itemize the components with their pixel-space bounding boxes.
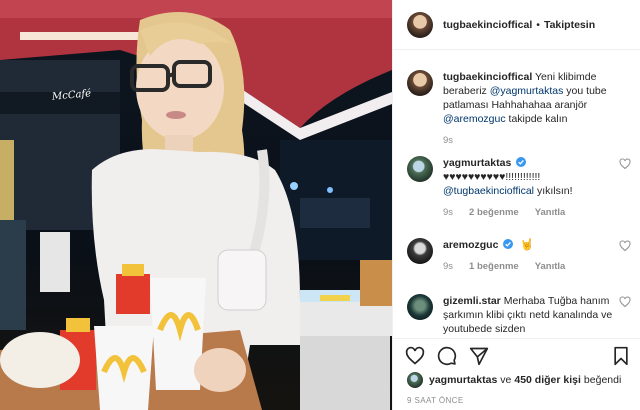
commenter-avatar[interactable] bbox=[407, 294, 433, 320]
commenter-avatar[interactable] bbox=[407, 156, 433, 182]
comment-username[interactable]: gizemli.star bbox=[443, 295, 501, 307]
comment-username[interactable]: aremozguc bbox=[443, 239, 498, 251]
verified-badge-icon bbox=[516, 157, 527, 167]
heart-icon[interactable] bbox=[405, 346, 425, 366]
comment-like-count[interactable]: 2 beğenme bbox=[469, 206, 519, 220]
share-icon[interactable] bbox=[469, 346, 489, 366]
liker-username[interactable]: yagmurtaktas bbox=[429, 374, 497, 386]
caption-time[interactable]: 9s bbox=[443, 134, 453, 148]
comment-yagmurtaktas: yagmurtaktas ♥♥♥♥♥♥♥♥♥♥!!!!!!!!!!!! @tug… bbox=[407, 156, 631, 220]
post-photo[interactable]: McCafé bbox=[0, 0, 392, 410]
comment-time[interactable]: 9s bbox=[443, 260, 453, 274]
comment-body: aremozguc 🤘 9s 1 beğenme Yanıtla bbox=[443, 238, 615, 274]
caption-avatar[interactable] bbox=[407, 70, 433, 96]
verified-badge-icon bbox=[503, 239, 514, 249]
comment-like-count[interactable]: 1 beğenme bbox=[469, 260, 519, 274]
comment-text-hearts: ♥♥♥♥♥♥♥♥♥♥!!!!!!!!!!!! bbox=[443, 171, 541, 183]
comment-meta: 9s 2 beğenme Yanıtla bbox=[443, 206, 615, 220]
action-bar bbox=[393, 338, 640, 368]
comment-gizemli-star: gizemli.star Merhaba Tuğba hanım şarkımı… bbox=[407, 294, 631, 336]
caption-comment: tugbaekincioffical Yeni klibimde beraber… bbox=[407, 70, 631, 148]
comment-list[interactable]: tugbaekincioffical Yeni klibimde beraber… bbox=[393, 62, 640, 338]
caption-meta: 9s bbox=[443, 134, 615, 148]
instagram-post: McCafé tugbaekincioffical • Takiptesin t… bbox=[0, 0, 640, 410]
likes-suffix: beğendi bbox=[583, 374, 622, 386]
comment-aremozguc: aremozguc 🤘 9s 1 beğenme Yanıtla bbox=[407, 238, 631, 274]
comment-username[interactable]: yagmurtaktas bbox=[443, 157, 511, 169]
comment-meta: 9s 1 beğenme Yanıtla bbox=[443, 260, 615, 274]
comment-body: yagmurtaktas ♥♥♥♥♥♥♥♥♥♥!!!!!!!!!!!! @tug… bbox=[443, 156, 615, 220]
rock-hand-emoji: 🤘 bbox=[520, 239, 534, 251]
post-side-panel: tugbaekincioffical • Takiptesin tugbaeki… bbox=[392, 0, 640, 410]
post-header: tugbaekincioffical • Takiptesin bbox=[393, 0, 640, 50]
post-timestamp[interactable]: 9 SAAT ÖNCE bbox=[407, 396, 464, 405]
caption-body: tugbaekincioffical Yeni klibimde beraber… bbox=[443, 70, 615, 148]
comment-mention[interactable]: @tugbaekincioffical bbox=[443, 185, 534, 197]
comment-heart-icon[interactable] bbox=[619, 240, 631, 252]
comment-icon[interactable] bbox=[437, 346, 457, 366]
bookmark-icon[interactable] bbox=[611, 346, 631, 366]
comment-heart-icon[interactable] bbox=[619, 158, 631, 170]
photo-illustration bbox=[0, 0, 392, 410]
comment-heart-icon[interactable] bbox=[619, 296, 631, 308]
author-avatar[interactable] bbox=[407, 11, 433, 38]
caption-username[interactable]: tugbaekincioffical bbox=[443, 71, 532, 83]
caption-mention-arem[interactable]: @aremozguc bbox=[443, 113, 506, 125]
likes-count[interactable]: 450 diğer kişi bbox=[514, 374, 581, 386]
caption-text-3: takipde kalın bbox=[505, 113, 568, 125]
following-status[interactable]: Takiptesin bbox=[544, 19, 595, 31]
comment-time[interactable]: 9s bbox=[443, 206, 453, 220]
header-separator: • bbox=[536, 18, 540, 31]
reply-button[interactable]: Yanıtla bbox=[535, 260, 566, 274]
author-username[interactable]: tugbaekincioffical bbox=[443, 19, 532, 31]
liker-avatar[interactable] bbox=[407, 372, 423, 388]
caption-mention-yagmur[interactable]: @yagmurtaktas bbox=[490, 85, 564, 97]
comment-body: gizemli.star Merhaba Tuğba hanım şarkımı… bbox=[443, 294, 615, 336]
reply-button[interactable]: Yanıtla bbox=[535, 206, 566, 220]
likes-summary: yagmurtaktas ve 450 diğer kişi beğendi bbox=[407, 372, 621, 388]
commenter-avatar[interactable] bbox=[407, 238, 433, 264]
comment-text-after: yıkılsın! bbox=[534, 185, 573, 197]
likes-and: ve bbox=[500, 374, 512, 386]
